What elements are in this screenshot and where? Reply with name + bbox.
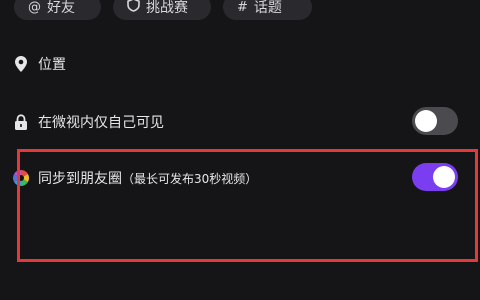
private-visibility-toggle[interactable] <box>412 107 458 135</box>
sync-moments-toggle[interactable] <box>412 163 458 191</box>
highlight-box <box>17 149 478 262</box>
location-label: 位置 <box>38 57 66 73</box>
at-icon: @ <box>28 0 41 15</box>
sync-moments-hint: （最长可发布30秒视频） <box>122 171 258 186</box>
friends-chip[interactable]: @ 好友 <box>14 0 101 20</box>
wechat-moments-icon <box>12 169 30 187</box>
toggle-knob <box>415 110 437 132</box>
location-pin-icon <box>12 55 30 73</box>
sync-moments-label: 同步到朋友圈 <box>38 171 122 187</box>
sync-moments-row: 同步到朋友圈 （最长可发布30秒视频） <box>12 163 468 191</box>
private-visibility-label: 在微视内仅自己可见 <box>38 115 164 131</box>
lock-icon <box>12 113 30 131</box>
friends-chip-label: 好友 <box>47 0 75 16</box>
topic-chip-label: 话题 <box>253 0 282 16</box>
topic-chip[interactable]: # 话题 <box>223 0 312 20</box>
tag-chip-bar: @ 好友 挑战赛 # 话题 <box>14 0 312 20</box>
shield-icon <box>127 0 140 16</box>
challenge-chip-label: 挑战赛 <box>146 0 188 16</box>
private-visibility-row: 在微视内仅自己可见 <box>12 107 468 135</box>
location-row[interactable]: 位置 <box>12 54 468 74</box>
hash-icon: # <box>237 0 248 15</box>
challenge-chip[interactable]: 挑战赛 <box>113 0 211 20</box>
toggle-knob <box>433 166 455 188</box>
